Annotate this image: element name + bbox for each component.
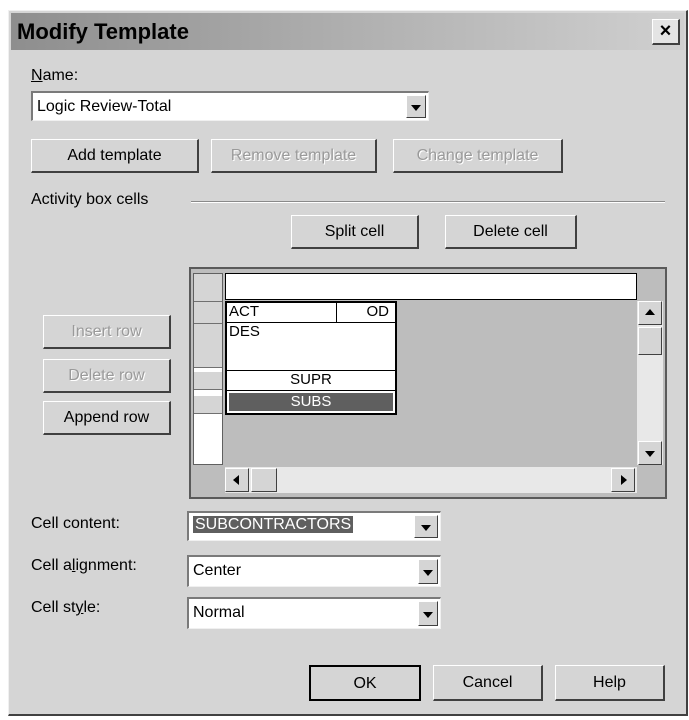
cancel-button[interactable]: Cancel [433,665,543,701]
row-handles [193,273,223,465]
change-template-button[interactable]: Change template [393,139,563,173]
cell-content-label: Cell content: [31,515,120,532]
row-handle[interactable] [194,396,222,414]
activity-box-grid[interactable]: ACT OD DES SUPR SUBS [189,267,667,499]
cell-alignment-dropdown[interactable]: Center [187,555,441,587]
row-handle[interactable] [194,302,222,324]
cell-supr[interactable]: SUPR [227,371,395,391]
split-cell-button[interactable]: Split cell [291,215,419,249]
close-button[interactable]: × [652,19,680,45]
help-button[interactable]: Help [555,665,665,701]
delete-cell-button[interactable]: Delete cell [445,215,577,249]
cell-content-value: SUBCONTRACTORS [193,516,354,533]
grid-column-header [225,273,637,300]
delete-row-button[interactable]: Delete row [43,359,171,393]
scroll-down-button[interactable] [638,441,662,465]
cell-subs[interactable]: SUBS [229,393,393,411]
cell-alignment-dropdown-button[interactable] [418,559,438,584]
chevron-down-icon [421,524,431,531]
row-handle[interactable] [194,324,222,368]
cell-style-dropdown-button[interactable] [418,601,438,626]
append-row-button[interactable]: Append row [43,401,171,435]
arrow-right-icon [621,475,627,485]
section-divider [191,201,665,203]
modify-template-dialog: Modify Template × Name: Logic Review-Tot… [8,10,688,716]
cell-content-dropdown-button[interactable] [414,515,438,538]
dialog-title: Modify Template [17,19,189,44]
scroll-left-button[interactable] [225,468,249,492]
name-dropdown[interactable]: Logic Review-Total [31,91,429,121]
insert-row-button[interactable]: Insert row [43,315,171,349]
close-icon: × [659,20,672,42]
name-dropdown-button[interactable] [406,95,426,118]
chevron-down-icon [411,104,421,111]
activity-box-layout: ACT OD DES SUPR SUBS [225,301,397,415]
arrow-left-icon [233,475,239,485]
horizontal-scroll-thumb[interactable] [251,468,277,492]
remove-template-button[interactable]: Remove template [211,139,377,173]
ok-button[interactable]: OK [309,665,421,701]
row-handle[interactable] [194,274,222,302]
vertical-scroll-thumb[interactable] [638,327,662,355]
cell-style-dropdown[interactable]: Normal [187,597,441,629]
arrow-up-icon [645,309,655,315]
grid-horizontal-scrollbar[interactable] [225,467,637,493]
name-label: Name: [31,67,79,84]
grid-vertical-scrollbar[interactable] [637,301,663,465]
row-handle[interactable] [194,372,222,390]
add-template-button[interactable]: Add template [31,139,199,173]
arrow-down-icon [645,451,655,457]
cell-des[interactable]: DES [227,323,395,371]
scroll-right-button[interactable] [611,468,635,492]
cell-alignment-label: Cell alignment: [31,557,137,574]
chevron-down-icon [423,569,433,576]
chevron-down-icon [423,611,433,618]
activity-box-cells-label: Activity box cells [31,191,149,208]
cell-alignment-value: Center [193,562,242,579]
cell-style-label: Cell style: [31,599,101,616]
scroll-up-button[interactable] [638,301,662,325]
cell-content-dropdown[interactable]: SUBCONTRACTORS [187,511,441,541]
cell-style-value: Normal [193,604,245,621]
cell-act[interactable]: ACT [227,303,337,323]
name-value: Logic Review-Total [37,98,172,115]
cell-od[interactable]: OD [337,303,395,323]
title-bar[interactable]: Modify Template × [11,13,684,50]
